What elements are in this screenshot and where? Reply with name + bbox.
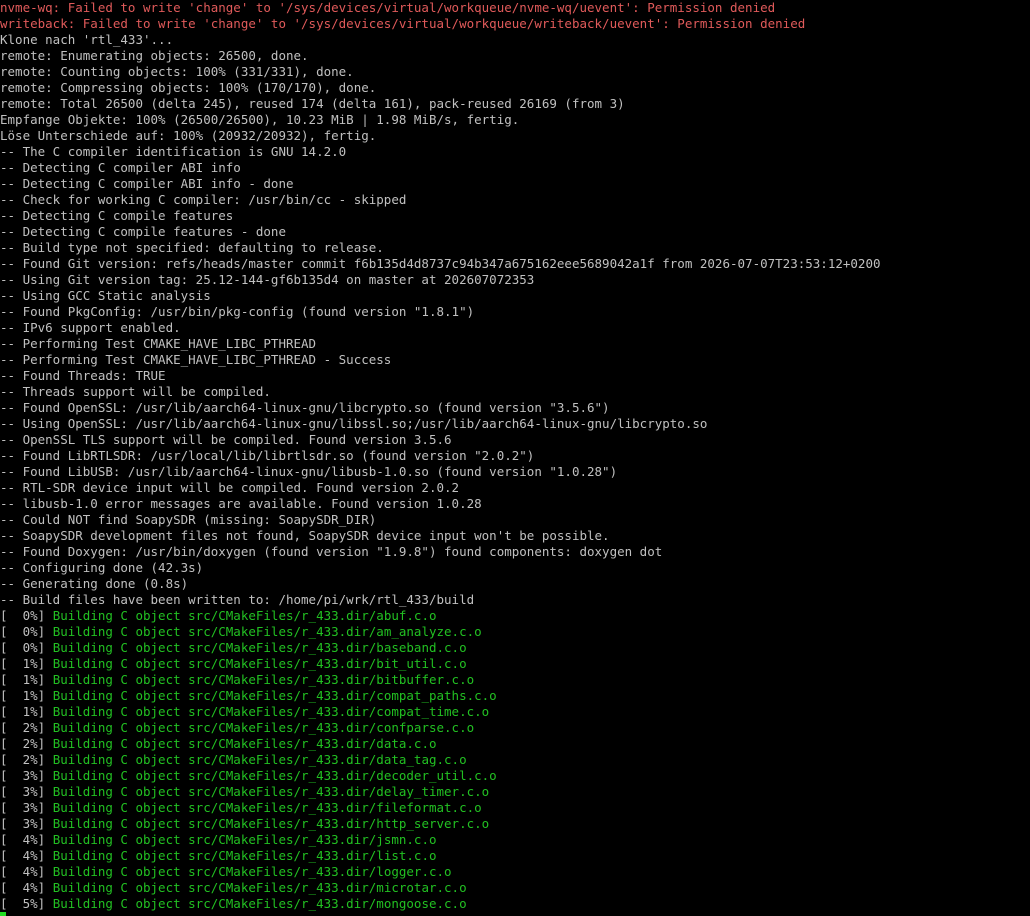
output-line: -- RTL-SDR device input will be compiled… bbox=[0, 480, 460, 495]
output-line: -- Build files have been written to: /ho… bbox=[0, 592, 475, 607]
build-message: Building C object src/CMakeFiles/r_433.d… bbox=[52, 720, 475, 735]
build-message: Building C object src/CMakeFiles/r_433.d… bbox=[52, 752, 467, 767]
terminal-output: nvme-wq: Failed to write 'change' to '/s… bbox=[0, 0, 1030, 912]
output-line: -- Performing Test CMAKE_HAVE_LIBC_PTHRE… bbox=[0, 336, 317, 351]
build-message: Building C object src/CMakeFiles/r_433.d… bbox=[52, 848, 437, 863]
output-line: -- Detecting C compile features - done bbox=[0, 224, 286, 239]
output-line: -- Found Threads: TRUE bbox=[0, 368, 166, 383]
output-line: -- Could NOT find SoapySDR (missing: Soa… bbox=[0, 512, 377, 527]
output-line: Klone nach 'rtl_433'... bbox=[0, 32, 174, 47]
output-line: -- Detecting C compiler ABI info bbox=[0, 160, 241, 175]
build-percent: [ 2%] bbox=[0, 752, 53, 767]
output-line: -- OpenSSL TLS support will be compiled.… bbox=[0, 432, 452, 447]
output-line: -- Found Doxygen: /usr/bin/doxygen (foun… bbox=[0, 544, 663, 559]
output-line: -- Found LibUSB: /usr/lib/aarch64-linux-… bbox=[0, 464, 618, 479]
output-line: Löse Unterschiede auf: 100% (20932/20932… bbox=[0, 128, 377, 143]
build-message: Building C object src/CMakeFiles/r_433.d… bbox=[52, 688, 497, 703]
output-line: -- Configuring done (42.3s) bbox=[0, 560, 204, 575]
build-percent: [ 2%] bbox=[0, 720, 53, 735]
build-percent: [ 1%] bbox=[0, 688, 53, 703]
build-progress-line: [ 2%] Building C object src/CMakeFiles/r… bbox=[0, 752, 1030, 768]
build-message: Building C object src/CMakeFiles/r_433.d… bbox=[52, 784, 490, 799]
build-percent: [ 4%] bbox=[0, 848, 53, 863]
build-message: Building C object src/CMakeFiles/r_433.d… bbox=[52, 832, 437, 847]
error-line: nvme-wq: Failed to write 'change' to '/s… bbox=[0, 0, 776, 15]
build-percent: [ 2%] bbox=[0, 736, 53, 751]
build-progress-line: [ 1%] Building C object src/CMakeFiles/r… bbox=[0, 704, 1030, 720]
terminal-cursor bbox=[0, 912, 6, 916]
build-progress-line: [ 0%] Building C object src/CMakeFiles/r… bbox=[0, 640, 1030, 656]
build-message: Building C object src/CMakeFiles/r_433.d… bbox=[52, 672, 475, 687]
build-message: Building C object src/CMakeFiles/r_433.d… bbox=[52, 656, 467, 671]
build-message: Building C object src/CMakeFiles/r_433.d… bbox=[52, 704, 490, 719]
build-percent: [ 1%] bbox=[0, 704, 53, 719]
output-line: -- SoapySDR development files not found,… bbox=[0, 528, 610, 543]
build-percent: [ 5%] bbox=[0, 896, 53, 911]
output-line: Empfange Objekte: 100% (26500/26500), 10… bbox=[0, 112, 520, 127]
build-message: Building C object src/CMakeFiles/r_433.d… bbox=[52, 800, 482, 815]
build-percent: [ 3%] bbox=[0, 816, 53, 831]
build-progress-line: [ 3%] Building C object src/CMakeFiles/r… bbox=[0, 768, 1030, 784]
output-line: remote: Total 26500 (delta 245), reused … bbox=[0, 96, 625, 111]
build-message: Building C object src/CMakeFiles/r_433.d… bbox=[52, 768, 497, 783]
output-line: -- Using Git version tag: 25.12-144-gf6b… bbox=[0, 272, 535, 287]
build-percent: [ 0%] bbox=[0, 608, 53, 623]
build-progress-line: [ 1%] Building C object src/CMakeFiles/r… bbox=[0, 688, 1030, 704]
output-line: -- Detecting C compile features bbox=[0, 208, 234, 223]
output-line: -- Found OpenSSL: /usr/lib/aarch64-linux… bbox=[0, 400, 610, 415]
output-line: -- IPv6 support enabled. bbox=[0, 320, 181, 335]
build-progress-line: [ 1%] Building C object src/CMakeFiles/r… bbox=[0, 672, 1030, 688]
output-line: remote: Counting objects: 100% (331/331)… bbox=[0, 64, 354, 79]
output-line: -- Using GCC Static analysis bbox=[0, 288, 211, 303]
output-line: -- Using OpenSSL: /usr/lib/aarch64-linux… bbox=[0, 416, 708, 431]
build-progress-line: [ 4%] Building C object src/CMakeFiles/r… bbox=[0, 832, 1030, 848]
build-progress-line: [ 1%] Building C object src/CMakeFiles/r… bbox=[0, 656, 1030, 672]
output-line: -- Build type not specified: defaulting … bbox=[0, 240, 384, 255]
output-line: -- Performing Test CMAKE_HAVE_LIBC_PTHRE… bbox=[0, 352, 392, 367]
terminal-window[interactable]: nvme-wq: Failed to write 'change' to '/s… bbox=[0, 0, 1030, 916]
build-percent: [ 1%] bbox=[0, 672, 53, 687]
output-line: -- Found Git version: refs/heads/master … bbox=[0, 256, 881, 271]
output-line: remote: Compressing objects: 100% (170/1… bbox=[0, 80, 377, 95]
build-message: Building C object src/CMakeFiles/r_433.d… bbox=[52, 624, 482, 639]
build-percent: [ 3%] bbox=[0, 768, 53, 783]
build-progress-line: [ 2%] Building C object src/CMakeFiles/r… bbox=[0, 736, 1030, 752]
build-message: Building C object src/CMakeFiles/r_433.d… bbox=[52, 640, 467, 655]
build-percent: [ 4%] bbox=[0, 880, 53, 895]
build-message: Building C object src/CMakeFiles/r_433.d… bbox=[52, 736, 437, 751]
build-progress-line: [ 4%] Building C object src/CMakeFiles/r… bbox=[0, 864, 1030, 880]
build-percent: [ 0%] bbox=[0, 624, 53, 639]
build-percent: [ 0%] bbox=[0, 640, 53, 655]
build-progress-line: [ 3%] Building C object src/CMakeFiles/r… bbox=[0, 800, 1030, 816]
build-progress-line: [ 0%] Building C object src/CMakeFiles/r… bbox=[0, 624, 1030, 640]
output-line: -- Detecting C compiler ABI info - done bbox=[0, 176, 294, 191]
build-percent: [ 4%] bbox=[0, 864, 53, 879]
build-progress-line: [ 4%] Building C object src/CMakeFiles/r… bbox=[0, 848, 1030, 864]
build-message: Building C object src/CMakeFiles/r_433.d… bbox=[52, 816, 490, 831]
build-progress-line: [ 4%] Building C object src/CMakeFiles/r… bbox=[0, 880, 1030, 896]
build-message: Building C object src/CMakeFiles/r_433.d… bbox=[52, 880, 467, 895]
build-percent: [ 1%] bbox=[0, 656, 53, 671]
output-line: -- Generating done (0.8s) bbox=[0, 576, 189, 591]
output-line: -- Found PkgConfig: /usr/bin/pkg-config … bbox=[0, 304, 475, 319]
build-message: Building C object src/CMakeFiles/r_433.d… bbox=[52, 608, 437, 623]
build-progress-line: [ 0%] Building C object src/CMakeFiles/r… bbox=[0, 608, 1030, 624]
build-progress-line: [ 3%] Building C object src/CMakeFiles/r… bbox=[0, 784, 1030, 800]
output-line: -- libusb-1.0 error messages are availab… bbox=[0, 496, 482, 511]
output-line: -- Found LibRTLSDR: /usr/local/lib/librt… bbox=[0, 448, 535, 463]
output-line: remote: Enumerating objects: 26500, done… bbox=[0, 48, 309, 63]
build-message: Building C object src/CMakeFiles/r_433.d… bbox=[52, 864, 452, 879]
output-line: -- Check for working C compiler: /usr/bi… bbox=[0, 192, 407, 207]
build-message: Building C object src/CMakeFiles/r_433.d… bbox=[52, 896, 467, 911]
build-progress-line: [ 5%] Building C object src/CMakeFiles/r… bbox=[0, 896, 1030, 912]
build-percent: [ 3%] bbox=[0, 784, 53, 799]
error-line: writeback: Failed to write 'change' to '… bbox=[0, 16, 806, 31]
output-line: -- The C compiler identification is GNU … bbox=[0, 144, 347, 159]
build-progress-line: [ 2%] Building C object src/CMakeFiles/r… bbox=[0, 720, 1030, 736]
output-line: -- Threads support will be compiled. bbox=[0, 384, 271, 399]
build-percent: [ 3%] bbox=[0, 800, 53, 815]
build-progress-line: [ 3%] Building C object src/CMakeFiles/r… bbox=[0, 816, 1030, 832]
build-percent: [ 4%] bbox=[0, 832, 53, 847]
